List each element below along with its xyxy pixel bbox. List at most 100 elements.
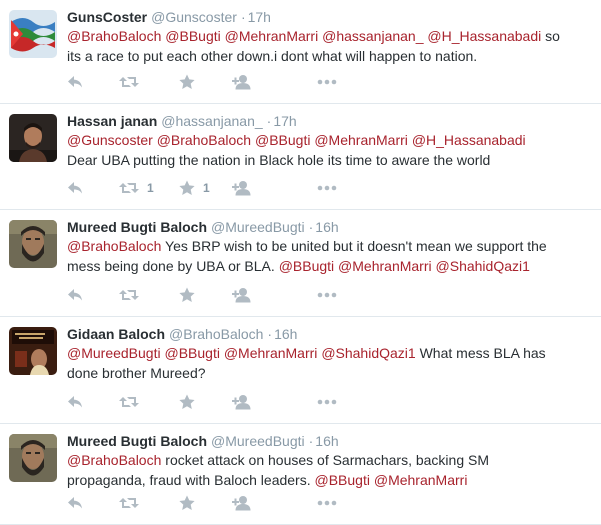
follow-icon: [232, 288, 251, 303]
username[interactable]: @MureedBugti: [211, 433, 305, 449]
favorite-button[interactable]: [179, 287, 195, 303]
follow-button[interactable]: [232, 287, 252, 303]
mention-link[interactable]: @Gunscoster: [67, 132, 153, 148]
tweet-text: mess being done by UBA or BLA.: [67, 258, 279, 274]
more-button[interactable]: [317, 74, 337, 90]
mention-link[interactable]: @MehranMarri: [224, 345, 318, 361]
favorite-icon: [179, 74, 195, 89]
timestamp[interactable]: 16h: [274, 326, 297, 342]
more-button[interactable]: [317, 287, 337, 303]
favorite-button[interactable]: [179, 495, 195, 511]
more-button[interactable]: [317, 495, 337, 511]
more-icon: [317, 399, 337, 405]
more-icon: [317, 292, 337, 298]
username[interactable]: @hassanjanan_: [161, 113, 262, 129]
tweet-header: Mureed Bugti Baloch @MureedBugti · 16h: [67, 432, 591, 450]
mention-link[interactable]: @BBugti: [165, 28, 220, 44]
avatar[interactable]: [9, 114, 57, 162]
mention-link[interactable]: @BrahoBaloch: [67, 28, 161, 44]
mention-link[interactable]: @MehranMarri: [225, 28, 319, 44]
mention-link[interactable]: @MehranMarri: [314, 132, 408, 148]
mention-link[interactable]: @ShahidQazi1: [436, 258, 530, 274]
display-name[interactable]: Mureed Bugti Baloch: [67, 219, 207, 235]
favorite-button[interactable]: [179, 394, 195, 410]
timestamp[interactable]: 17h: [273, 113, 296, 129]
flag-avatar: [9, 10, 57, 58]
mention-link[interactable]: @MehranMarri: [338, 258, 432, 274]
retweet-button[interactable]: 1: [119, 180, 154, 196]
favorite-icon: [179, 180, 195, 195]
retweet-button[interactable]: [119, 495, 139, 511]
tweet[interactable]: Hassan janan @hassanjanan_ · 17h @Gunscoster…: [0, 104, 601, 210]
timestamp[interactable]: 17h: [248, 9, 271, 25]
follow-button[interactable]: [232, 180, 252, 196]
favorite-icon: [179, 287, 195, 302]
username[interactable]: @BrahoBaloch: [169, 326, 263, 342]
mention-link[interactable]: @H_Hassanabadi: [412, 132, 526, 148]
reply-button[interactable]: [67, 74, 83, 90]
reply-button[interactable]: [67, 495, 83, 511]
retweet-button[interactable]: [119, 287, 139, 303]
username[interactable]: @MureedBugti: [211, 219, 305, 235]
display-name[interactable]: Gidaan Baloch: [67, 326, 165, 342]
retweet-button[interactable]: [119, 74, 139, 90]
tweet-header: Mureed Bugti Baloch @MureedBugti · 16h: [67, 218, 591, 236]
avatar[interactable]: [9, 434, 57, 482]
mention-link[interactable]: @BrahoBaloch: [157, 132, 251, 148]
mention-link[interactable]: @BrahoBaloch: [67, 238, 161, 254]
display-name[interactable]: GunsCoster: [67, 9, 147, 25]
favorite-button[interactable]: 1: [179, 180, 210, 196]
tweet-text-line: @BrahoBaloch @BBugti @MehranMarri @hassa…: [67, 27, 591, 46]
retweet-icon: [119, 290, 139, 300]
mention-link[interactable]: @BBugti: [164, 345, 219, 361]
timestamp[interactable]: 16h: [315, 433, 338, 449]
mention-link[interactable]: @hassanjanan_: [322, 28, 423, 44]
retweet-icon: [119, 77, 139, 87]
tweet[interactable]: Mureed Bugti Baloch @MureedBugti · 16h @Brah…: [0, 210, 601, 317]
mention-link[interactable]: @BBugti: [255, 132, 310, 148]
tweet-text-line: mess being done by UBA or BLA. @BBugti @…: [67, 257, 591, 276]
separator: ·: [267, 326, 273, 342]
follow-button[interactable]: [232, 495, 252, 511]
separator: ·: [240, 9, 246, 25]
tweet[interactable]: Mureed Bugti Baloch @MureedBugti · 16h @Brah…: [0, 424, 601, 525]
avatar[interactable]: [9, 220, 57, 268]
reply-button[interactable]: [67, 287, 83, 303]
mention-link[interactable]: @H_Hassanabadi: [427, 28, 541, 44]
retweet-icon: [119, 498, 139, 508]
tweet-text-line: @Gunscoster @BrahoBaloch @BBugti @Mehran…: [67, 131, 591, 150]
mention-link[interactable]: @BBugti: [279, 258, 334, 274]
poster-avatar: [9, 327, 57, 375]
mention-link[interactable]: @MureedBugti: [67, 345, 161, 361]
reply-button[interactable]: [67, 180, 83, 196]
follow-button[interactable]: [232, 394, 252, 410]
mention-link[interactable]: @MehranMarri: [374, 472, 468, 488]
tweet-header: GunsCoster @Gunscoster · 17h: [67, 8, 591, 26]
tweet-text-line: @BrahoBaloch Yes BRP wish to be united b…: [67, 237, 591, 256]
tweet-text: done brother Mureed?: [67, 365, 206, 381]
favorite-icon: [179, 495, 195, 510]
retweet-button[interactable]: [119, 394, 139, 410]
username[interactable]: @Gunscoster: [151, 9, 237, 25]
retweet-icon: [119, 397, 139, 407]
timestamp[interactable]: 16h: [315, 219, 338, 235]
favorite-button[interactable]: [179, 74, 195, 90]
follow-button[interactable]: [232, 74, 252, 90]
tweet-text-line: @MureedBugti @BBugti @MehranMarri @Shahi…: [67, 344, 591, 363]
display-name[interactable]: Mureed Bugti Baloch: [67, 433, 207, 449]
mention-link[interactable]: @BBugti: [315, 472, 370, 488]
display-name[interactable]: Hassan janan: [67, 113, 157, 129]
avatar[interactable]: [9, 327, 57, 375]
tweet-header: Gidaan Baloch @BrahoBaloch · 16h: [67, 325, 591, 343]
tweet[interactable]: GunsCoster @Gunscoster · 17h @BrahoBaloch @B…: [0, 0, 601, 104]
tweet[interactable]: Gidaan Baloch @BrahoBaloch · 16h @MureedBugt…: [0, 317, 601, 424]
mention-link[interactable]: @BrahoBaloch: [67, 452, 161, 468]
more-button[interactable]: [317, 394, 337, 410]
reply-icon: [68, 289, 82, 301]
reply-button[interactable]: [67, 394, 83, 410]
mention-link[interactable]: @ShahidQazi1: [321, 345, 415, 361]
tweet-text-line: done brother Mureed?: [67, 364, 591, 383]
more-button[interactable]: [317, 180, 337, 196]
avatar[interactable]: [9, 10, 57, 58]
more-icon: [317, 79, 337, 85]
